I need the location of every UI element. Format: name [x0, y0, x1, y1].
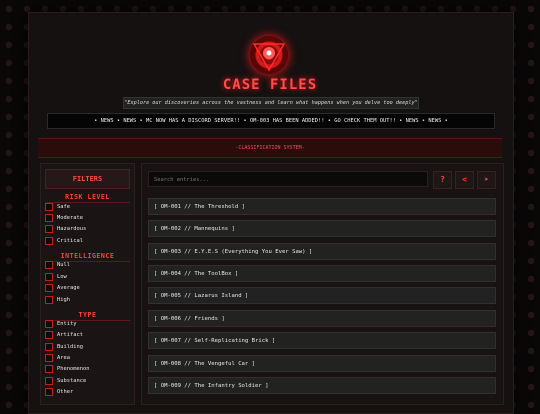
- filter-option-hazardous[interactable]: Hazardous: [45, 224, 86, 234]
- filter-option-phenomenon[interactable]: Phenomenon: [45, 364, 89, 374]
- filter-option-substance[interactable]: Substance: [45, 376, 86, 386]
- entry-om-003[interactable]: [ OM-003 // E.Y.E.S (Everything You Ever…: [148, 243, 496, 260]
- filter-option-average[interactable]: Average: [45, 283, 80, 293]
- filter-option-artifact[interactable]: Artifact: [45, 330, 83, 340]
- eye-logo-icon: [250, 36, 288, 74]
- filters-panel: FILTERS RISK LEVEL Safe Moderate Hazardo…: [40, 163, 135, 405]
- checkbox[interactable]: [45, 273, 53, 281]
- filter-option-building[interactable]: Building: [45, 342, 83, 352]
- filter-option-low[interactable]: Low: [45, 272, 67, 282]
- filter-option-other[interactable]: Other: [45, 387, 73, 397]
- page-title: CASE FILES: [222, 77, 318, 93]
- classification-bar[interactable]: -CLASSIFICATION SYSTEM-: [38, 138, 502, 158]
- checkbox[interactable]: [45, 203, 53, 211]
- checkbox[interactable]: [45, 377, 53, 385]
- filter-option-critical[interactable]: Critical: [45, 236, 83, 246]
- entry-om-006[interactable]: [ OM-006 // Friends ]: [148, 310, 496, 327]
- filter-option-null[interactable]: Null: [45, 260, 70, 270]
- checkbox[interactable]: [45, 320, 53, 328]
- filter-group-title-intelligence: INTELLIGENCE: [60, 252, 115, 260]
- checkbox[interactable]: [45, 331, 53, 339]
- filter-option-moderate[interactable]: Moderate: [45, 213, 83, 223]
- entry-om-005[interactable]: [ OM-005 // Lazarus Island ]: [148, 287, 496, 304]
- checkbox[interactable]: [45, 237, 53, 245]
- filter-option-safe[interactable]: Safe: [45, 202, 70, 212]
- checkbox[interactable]: [45, 388, 53, 396]
- entry-om-008[interactable]: [ OM-008 // The Vengeful Car ]: [148, 355, 496, 372]
- entries-panel: Search entries... ? < ➤ [ OM-001 // The …: [141, 163, 504, 405]
- checkbox[interactable]: [45, 343, 53, 351]
- checkbox[interactable]: [45, 284, 53, 292]
- filter-option-entity[interactable]: Entity: [45, 319, 76, 329]
- search-input[interactable]: Search entries...: [148, 171, 428, 187]
- checkbox[interactable]: [45, 214, 53, 222]
- page-subtitle: "Explore our discoveries across the vast…: [123, 97, 419, 109]
- entry-om-004[interactable]: [ OM-004 // The ToolBox ]: [148, 265, 496, 282]
- filter-option-area[interactable]: Area: [45, 353, 70, 363]
- news-ticker: • NEWS • NEWS • MC NOW HAS A DISCORD SER…: [47, 113, 495, 129]
- help-button[interactable]: ?: [433, 171, 452, 189]
- checkbox[interactable]: [45, 354, 53, 362]
- checkbox[interactable]: [45, 225, 53, 233]
- prev-page-button[interactable]: <: [455, 171, 474, 189]
- entry-om-007[interactable]: [ OM-007 // Self-Replicating Brick ]: [148, 332, 496, 349]
- filter-group-title-risk: RISK LEVEL: [65, 193, 110, 201]
- next-page-button[interactable]: ➤: [477, 171, 496, 189]
- entry-om-009[interactable]: [ OM-009 // The Infantry Soldier ]: [148, 377, 496, 394]
- entry-om-002[interactable]: [ OM-002 // Mannequins ]: [148, 220, 496, 237]
- checkbox[interactable]: [45, 261, 53, 269]
- filter-option-high[interactable]: High: [45, 295, 70, 305]
- entry-om-001[interactable]: [ OM-001 // The Threshold ]: [148, 198, 496, 215]
- checkbox[interactable]: [45, 296, 53, 304]
- filter-group-title-type: TYPE: [78, 311, 97, 319]
- checkbox[interactable]: [45, 365, 53, 373]
- filters-button[interactable]: FILTERS: [45, 169, 130, 189]
